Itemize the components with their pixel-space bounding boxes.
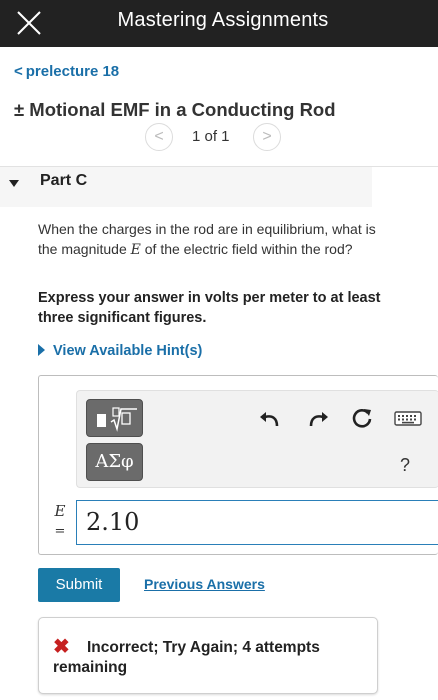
back-label: prelecture 18 <box>25 63 120 80</box>
previous-answers-link[interactable]: Previous Answers <box>144 576 265 592</box>
answer-variable: E <box>54 502 66 520</box>
equals-sign: = <box>54 524 66 539</box>
undo-icon[interactable] <box>257 405 283 431</box>
hint-label: View Available Hint(s) <box>53 343 203 359</box>
chevron-left-icon: < <box>14 63 23 80</box>
templates-button[interactable] <box>86 399 143 437</box>
keyboard-icon[interactable] <box>393 405 423 431</box>
collapse-triangle-icon <box>9 180 19 187</box>
app-title: Mastering Assignments <box>117 9 329 31</box>
feedback-box: ✖ Incorrect; Try Again; 4 attempts remai… <box>38 617 378 694</box>
back-link[interactable]: < prelecture 18 <box>14 63 119 80</box>
view-hints-link[interactable]: View Available Hint(s) <box>38 343 202 359</box>
part-label: Part C <box>40 172 88 189</box>
feedback-message: Incorrect; Try Again; 4 attempts remaini… <box>53 639 320 676</box>
question-text: When the charges in the rod are in equil… <box>38 220 378 260</box>
prev-problem-button[interactable]: < <box>145 123 173 151</box>
problem-title: ± Motional EMF in a Conducting Rod <box>14 99 336 120</box>
next-problem-button[interactable]: > <box>253 123 281 151</box>
pager: < 1 of 1 > <box>145 123 285 151</box>
expand-triangle-icon <box>38 344 45 356</box>
templates-icon <box>97 407 137 432</box>
answer-input[interactable]: 2.10 <box>76 500 438 545</box>
help-button[interactable]: ? <box>400 455 410 476</box>
answer-variable-label: E = <box>53 502 67 541</box>
answer-panel: ΑΣφ ? E = 2.10 <box>38 375 438 555</box>
part-c-header[interactable]: Part C <box>0 167 372 207</box>
answer-instructions: Express your answer in volts per meter t… <box>38 290 381 326</box>
symbols-button[interactable]: ΑΣφ <box>86 443 143 481</box>
question-variable: E <box>130 241 141 258</box>
top-bar: Mastering Assignments <box>0 0 438 47</box>
reset-icon[interactable] <box>349 405 375 431</box>
question-text-after: of the electric field within the rod? <box>140 240 353 257</box>
submit-button[interactable]: Submit <box>38 568 120 602</box>
redo-icon[interactable] <box>305 405 331 431</box>
page-count: 1 of 1 <box>192 128 230 145</box>
math-toolbar: ΑΣφ ? <box>76 390 438 488</box>
